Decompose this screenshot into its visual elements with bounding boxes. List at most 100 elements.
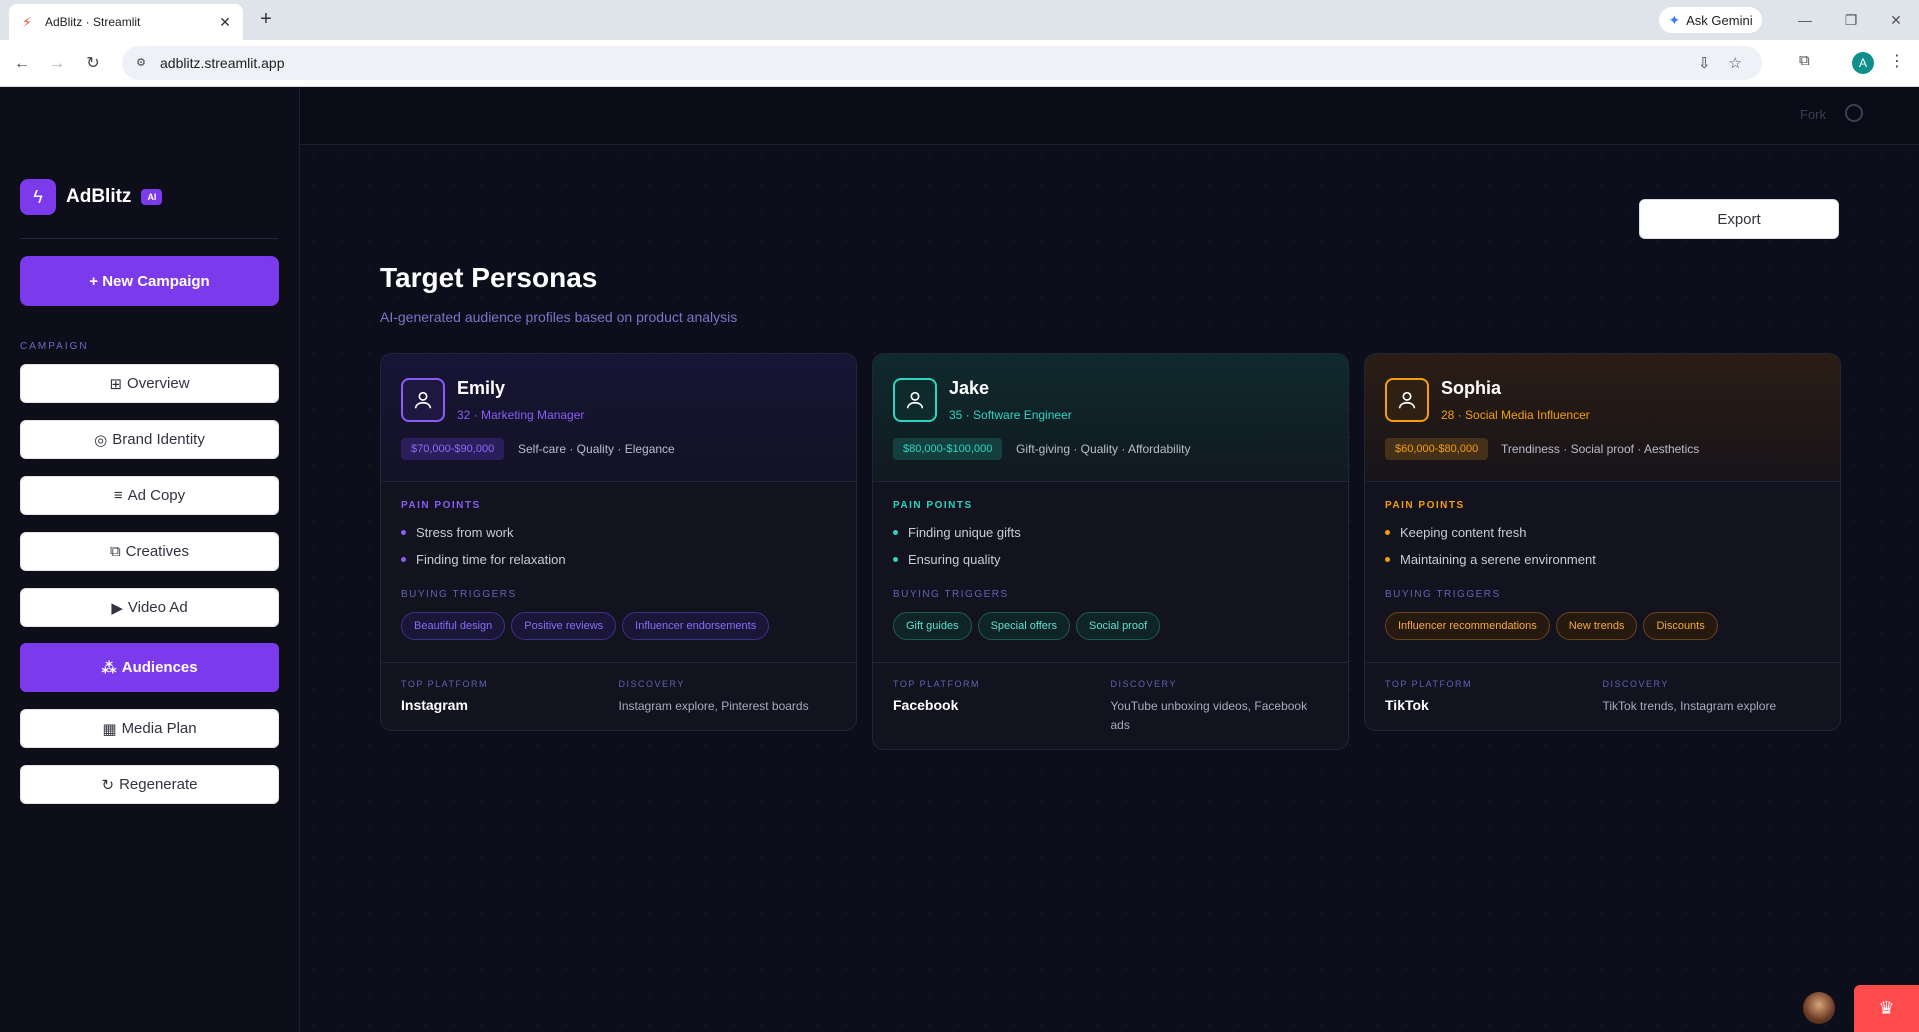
persona-details: PAIN POINTS Keeping content fresh Mainta…: [1365, 482, 1840, 663]
persona-values: Self-care · Quality · Elegance: [518, 442, 675, 456]
ask-gemini-label: Ask Gemini: [1686, 12, 1753, 28]
new-tab-button[interactable]: +: [254, 8, 278, 32]
bullet-icon: [893, 530, 898, 535]
sidebar-item-video-ad[interactable]: ▶ Video Ad: [20, 588, 279, 627]
persona-name: Sophia: [1441, 378, 1502, 398]
back-arrow-icon[interactable]: ←: [10, 52, 34, 76]
new-campaign-button[interactable]: + New Campaign: [20, 256, 279, 306]
trigger-chip: Gift guides: [893, 612, 972, 640]
sidebar-item-creatives[interactable]: ⧉ Creatives: [20, 532, 279, 571]
export-button[interactable]: Export: [1639, 199, 1839, 239]
restore-window-icon[interactable]: ❐: [1836, 8, 1866, 32]
list-item: Finding unique gifts: [893, 525, 1328, 540]
trigger-chip: Positive reviews: [511, 612, 617, 640]
persona-values: Trendiness · Social proof · Aesthetics: [1501, 442, 1700, 456]
persona-card-jake: Jake 35 · Software Engineer $80,000-$100…: [872, 353, 1349, 750]
persona-details: PAIN POINTS Finding unique gifts Ensurin…: [873, 482, 1348, 663]
fork-link[interactable]: Fork: [1800, 107, 1826, 122]
persona-card-emily: Emily 32 · Marketing Manager $70,000-$90…: [380, 353, 857, 731]
streamlit-favicon-icon: ⚡: [22, 13, 32, 30]
refresh-icon: ↻: [101, 776, 115, 794]
list-item: Stress from work: [401, 525, 836, 540]
sidebar-item-brand-identity[interactable]: ◎ Brand Identity: [20, 420, 279, 459]
discovery-text: TikTok trends, Instagram explore: [1602, 699, 1777, 713]
persona-meta: 32 · Marketing Manager: [457, 408, 585, 422]
brand: ϟ AdBlitz AI: [20, 179, 163, 215]
sidebar-divider: [20, 238, 278, 239]
sidebar-item-overview[interactable]: ⊞ Overview: [20, 364, 279, 403]
lines-icon: ≡: [113, 487, 123, 504]
people-icon: ⁂: [101, 659, 117, 677]
pain-point-text: Ensuring quality: [908, 552, 1001, 567]
list-item: Finding time for relaxation: [401, 552, 836, 567]
forward-arrow-icon[interactable]: →: [45, 52, 69, 76]
tab-search-icon[interactable]: ⧉: [1799, 52, 1810, 69]
sidebar-item-label: Regenerate: [119, 776, 198, 793]
pain-points-label: PAIN POINTS: [893, 500, 973, 511]
browser-toolbar: ← → ↻ ⚙ adblitz.streamlit.app ⇩ ☆ ⧉ A ⋮: [0, 40, 1919, 87]
sidebar-item-label: Brand Identity: [112, 431, 205, 448]
income-badge: $60,000-$80,000: [1385, 438, 1489, 460]
persona-card-sophia: Sophia 28 · Social Media Influencer $60,…: [1364, 353, 1841, 731]
profile-avatar[interactable]: A: [1852, 52, 1874, 74]
top-platform-label: TOP PLATFORM: [893, 679, 981, 689]
streamlit-crown-icon[interactable]: ♛: [1854, 985, 1919, 1032]
calendar-icon: ▦: [102, 720, 117, 738]
buying-triggers-label: BUYING TRIGGERS: [1385, 589, 1501, 600]
sidebar-item-label: Ad Copy: [127, 487, 186, 504]
bullet-icon: [893, 557, 898, 562]
persona-footer: TOP PLATFORM Facebook DISCOVERY YouTube …: [873, 663, 1348, 749]
grid-icon: ⊞: [109, 375, 123, 393]
user-avatar[interactable]: [1803, 992, 1835, 1024]
persona-meta: 35 · Software Engineer: [949, 408, 1072, 422]
reload-icon[interactable]: ↻: [81, 52, 105, 76]
sidebar-item-ad-copy[interactable]: ≡ Ad Copy: [20, 476, 279, 515]
layers-icon: ⧉: [109, 543, 121, 560]
bookmark-star-icon[interactable]: ☆: [1729, 54, 1742, 72]
install-app-icon[interactable]: ⇩: [1698, 54, 1711, 72]
top-platform-label: TOP PLATFORM: [401, 679, 489, 689]
minimize-window-icon[interactable]: —: [1790, 8, 1820, 32]
list-item: Ensuring quality: [893, 552, 1328, 567]
pain-point-text: Stress from work: [416, 525, 514, 540]
browser-tab[interactable]: ⚡ AdBlitz · Streamlit ✕: [9, 4, 243, 40]
persona-footer: TOP PLATFORM TikTok DISCOVERY TikTok tre…: [1365, 663, 1840, 730]
sidebar-item-audiences[interactable]: ⁂ Audiences: [20, 643, 279, 692]
trigger-chip: Influencer recommendations: [1385, 612, 1550, 640]
address-bar[interactable]: ⚙ adblitz.streamlit.app ⇩ ☆: [122, 46, 1762, 80]
user-icon: [893, 378, 937, 422]
top-platform: TikTok: [1385, 697, 1429, 713]
pain-point-text: Keeping content fresh: [1400, 525, 1527, 540]
persona-meta: 28 · Social Media Influencer: [1441, 408, 1590, 422]
close-tab-icon[interactable]: ✕: [217, 14, 233, 31]
sidebar: ϟ AdBlitz AI + New Campaign CAMPAIGN ⊞ O…: [0, 87, 300, 1032]
pain-points-label: PAIN POINTS: [1385, 500, 1465, 511]
sidebar-item-media-plan[interactable]: ▦ Media Plan: [20, 709, 279, 748]
discovery-label: DISCOVERY: [618, 679, 685, 689]
sidebar-item-label: Overview: [127, 375, 190, 392]
bullet-icon: [1385, 530, 1390, 535]
sidebar-item-regenerate[interactable]: ↻ Regenerate: [20, 765, 279, 804]
ai-badge: AI: [141, 189, 163, 205]
url-text: adblitz.streamlit.app: [160, 55, 285, 71]
sidebar-item-label: Video Ad: [127, 599, 188, 616]
sidebar-item-label: Media Plan: [121, 720, 197, 737]
site-info-icon[interactable]: ⚙: [132, 54, 150, 72]
persona-header: Emily 32 · Marketing Manager $70,000-$90…: [381, 354, 856, 482]
sidebar-item-label: Audiences: [121, 659, 198, 676]
trigger-chip: Beautiful design: [401, 612, 506, 640]
pain-point-text: Finding unique gifts: [908, 525, 1021, 540]
ask-gemini-button[interactable]: ✦ Ask Gemini: [1659, 7, 1762, 33]
top-platform: Instagram: [401, 697, 468, 713]
sidebar-item-label: Creatives: [125, 543, 190, 560]
browser-menu-icon[interactable]: ⋮: [1889, 51, 1905, 71]
trigger-chip: Special offers: [977, 612, 1071, 640]
close-window-icon[interactable]: ✕: [1881, 8, 1911, 32]
main-content: Fork Export Target Personas AI-generated…: [300, 87, 1919, 1032]
github-icon[interactable]: [1845, 104, 1863, 122]
trigger-chips: Gift guides Special offers Social proof: [893, 612, 1328, 640]
persona-header: Jake 35 · Software Engineer $80,000-$100…: [873, 354, 1348, 482]
buying-triggers-label: BUYING TRIGGERS: [401, 589, 517, 600]
pain-points-label: PAIN POINTS: [401, 500, 481, 511]
browser-tab-bar: ⚡ AdBlitz · Streamlit ✕ + ✦ Ask Gemini —…: [0, 0, 1919, 40]
